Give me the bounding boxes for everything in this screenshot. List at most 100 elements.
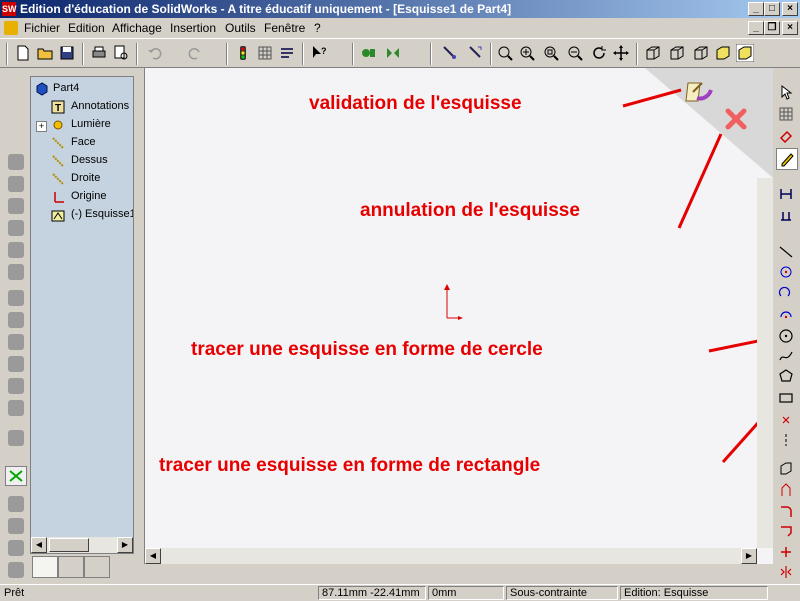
menu-fichier[interactable]: Fichier bbox=[24, 21, 60, 35]
open-folder-icon[interactable] bbox=[36, 44, 54, 62]
print-preview-icon[interactable] bbox=[112, 44, 130, 62]
menu-help[interactable]: ? bbox=[314, 21, 321, 35]
convert-entities-icon[interactable] bbox=[778, 460, 794, 476]
scroll-thumb[interactable] bbox=[49, 538, 89, 552]
linear-pattern-icon[interactable] bbox=[8, 430, 24, 446]
hole-icon[interactable] bbox=[8, 400, 24, 416]
trim-icon[interactable] bbox=[778, 524, 794, 540]
tree-item-lumiere[interactable]: Lumière bbox=[71, 118, 111, 130]
mirror-feature-icon[interactable] bbox=[8, 518, 24, 534]
hidden-lines-removed-icon[interactable] bbox=[692, 44, 710, 62]
menu-edition[interactable]: Edition bbox=[68, 21, 105, 35]
spline-icon[interactable] bbox=[778, 348, 794, 364]
circular-pattern-icon[interactable] bbox=[8, 496, 24, 512]
offset-entities-icon[interactable] bbox=[778, 482, 794, 498]
doc-close-button[interactable]: × bbox=[782, 21, 798, 35]
canvas-horizontal-scrollbar[interactable]: ◀ ▶ bbox=[145, 548, 757, 564]
centerpoint-arc-icon[interactable] bbox=[778, 264, 794, 280]
normal-to-icon[interactable] bbox=[466, 44, 484, 62]
save-icon[interactable] bbox=[58, 44, 76, 62]
property-manager-tab-icon[interactable] bbox=[58, 556, 84, 578]
rotate-view-icon[interactable] bbox=[590, 44, 608, 62]
minimize-button[interactable]: _ bbox=[748, 2, 764, 16]
sketch-grid-icon[interactable] bbox=[778, 106, 794, 122]
wireframe-icon[interactable] bbox=[644, 44, 662, 62]
extrude-icon[interactable] bbox=[8, 154, 24, 170]
doc-minimize-button[interactable]: _ bbox=[748, 21, 764, 35]
print-icon[interactable] bbox=[90, 44, 108, 62]
reference-geometry-icon[interactable] bbox=[8, 562, 24, 578]
sweep-icon[interactable] bbox=[8, 198, 24, 214]
revolve-icon[interactable] bbox=[8, 176, 24, 192]
tree-item-face[interactable]: Face bbox=[71, 136, 95, 148]
rectangle-tool-icon[interactable] bbox=[778, 390, 794, 406]
tree-item-annotations[interactable]: Annotations bbox=[71, 100, 129, 112]
three-point-arc-icon[interactable] bbox=[778, 306, 794, 322]
mirror-sketch-icon[interactable] bbox=[778, 564, 794, 580]
zoom-in-icon[interactable] bbox=[518, 44, 536, 62]
sketch-relation-icon[interactable] bbox=[360, 44, 378, 62]
sketch-fillet-icon[interactable] bbox=[778, 504, 794, 520]
rebuild-traffic-light-icon[interactable] bbox=[234, 44, 252, 62]
point-icon[interactable] bbox=[778, 412, 794, 428]
zoom-out-icon[interactable] bbox=[566, 44, 584, 62]
shell-icon[interactable] bbox=[8, 356, 24, 372]
tree-item-esquisse1[interactable]: (-) Esquisse1 bbox=[71, 208, 133, 220]
close-button[interactable]: × bbox=[782, 2, 798, 16]
fillet-icon[interactable] bbox=[8, 290, 24, 306]
graphics-area[interactable]: validation de l'esquisse annulation de l… bbox=[144, 68, 773, 564]
pan-icon[interactable] bbox=[612, 44, 630, 62]
menu-fenetre[interactable]: Fenêtre bbox=[264, 21, 305, 35]
cut-revolve-icon[interactable] bbox=[8, 264, 24, 280]
cut-extrude-icon[interactable] bbox=[8, 242, 24, 258]
maximize-button[interactable]: □ bbox=[764, 2, 780, 16]
centerline-icon[interactable] bbox=[778, 432, 794, 448]
expand-toggle-icon[interactable]: + bbox=[36, 121, 47, 132]
menu-outils[interactable]: Outils bbox=[225, 21, 256, 35]
hidden-lines-gray-icon[interactable] bbox=[668, 44, 686, 62]
select-filter-icon[interactable] bbox=[440, 44, 458, 62]
tree-item-droite[interactable]: Droite bbox=[71, 172, 100, 184]
tree-item-dessus[interactable]: Dessus bbox=[71, 154, 108, 166]
line-icon[interactable] bbox=[778, 244, 794, 260]
undo-icon[interactable] bbox=[146, 44, 164, 62]
canvas-vertical-scrollbar[interactable] bbox=[757, 178, 773, 548]
zoom-to-fit-icon[interactable] bbox=[496, 44, 514, 62]
configuration-manager-tab-icon[interactable] bbox=[84, 556, 110, 578]
scroll-left-icon[interactable]: ◀ bbox=[31, 537, 47, 553]
validate-sketch-icon[interactable] bbox=[683, 80, 713, 108]
tangent-arc-icon[interactable] bbox=[778, 284, 794, 300]
tree-item-origine[interactable]: Origine bbox=[71, 190, 106, 202]
canvas-scroll-left-icon[interactable]: ◀ bbox=[145, 548, 161, 564]
redo-icon[interactable] bbox=[186, 44, 204, 62]
sketch-mode-button[interactable] bbox=[776, 148, 798, 170]
eraser-icon[interactable] bbox=[778, 128, 794, 144]
curve-icon[interactable] bbox=[8, 540, 24, 556]
menu-affichage[interactable]: Affichage bbox=[112, 21, 162, 35]
scroll-right-icon[interactable]: ▶ bbox=[117, 537, 133, 553]
feature-manager-tab-icon[interactable] bbox=[32, 556, 58, 578]
polygon-icon[interactable] bbox=[778, 368, 794, 384]
app-menu-icon[interactable] bbox=[4, 21, 18, 35]
mirror-icon[interactable] bbox=[384, 44, 402, 62]
options-icon[interactable] bbox=[278, 44, 296, 62]
circle-tool-icon[interactable] bbox=[778, 328, 794, 344]
menu-insertion[interactable]: Insertion bbox=[170, 21, 216, 35]
loft-icon[interactable] bbox=[8, 220, 24, 236]
chamfer-icon[interactable] bbox=[8, 312, 24, 328]
rib-icon[interactable] bbox=[8, 334, 24, 350]
tree-horizontal-scrollbar[interactable]: ◀ ▶ bbox=[31, 537, 133, 553]
sketch-relations-toggle-icon[interactable] bbox=[5, 466, 27, 486]
shaded-icon[interactable] bbox=[714, 44, 732, 62]
canvas-scroll-right-icon[interactable]: ▶ bbox=[741, 548, 757, 564]
tree-root-part4[interactable]: Part4 bbox=[53, 82, 79, 94]
add-relation-icon[interactable] bbox=[778, 208, 794, 224]
help-pointer-icon[interactable]: ? bbox=[310, 44, 328, 62]
draft-icon[interactable] bbox=[8, 378, 24, 394]
doc-restore-button[interactable]: ❐ bbox=[764, 21, 780, 35]
extend-icon[interactable] bbox=[778, 544, 794, 560]
shaded-with-edges-icon[interactable] bbox=[736, 44, 754, 62]
new-document-icon[interactable] bbox=[14, 44, 32, 62]
cancel-sketch-icon[interactable] bbox=[725, 108, 747, 130]
grid-icon[interactable] bbox=[256, 44, 274, 62]
